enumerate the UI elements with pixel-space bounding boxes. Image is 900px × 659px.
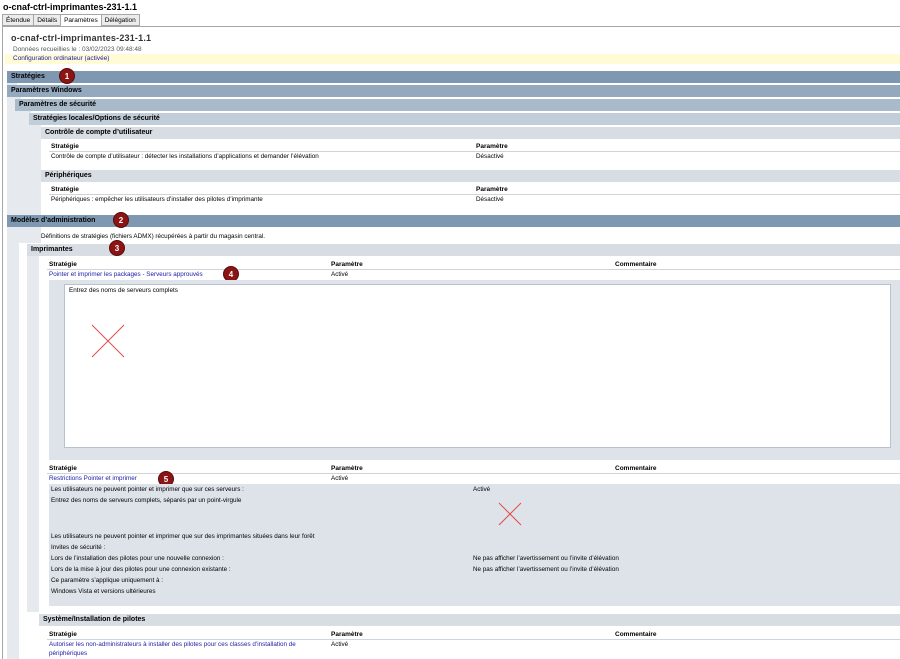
section-peripherals[interactable]: Périphériques — [41, 170, 900, 182]
periph-row-name: Périphériques : empêcher les utilisateur… — [51, 196, 263, 203]
indent-rail-admin — [7, 227, 19, 659]
tab-delegation[interactable]: Délégation — [100, 14, 140, 26]
report-title: o-cnaf-ctrl-imprimantes-231-1.1 — [11, 33, 152, 43]
collected-date: Données recueillies le : 03/02/2023 09:4… — [13, 46, 142, 53]
detail-label: Entrez des noms de serveurs complets, sé… — [51, 497, 242, 504]
callout-badge-3: 3 — [109, 240, 125, 256]
uac-col-setting: Paramètre — [476, 143, 508, 150]
policy-restrictions-value: Activé — [331, 475, 349, 482]
detail-value: Ne pas afficher l’avertissement ou l’inv… — [473, 555, 619, 562]
uac-row-value: Désactivé — [476, 153, 504, 160]
section-uac[interactable]: Contrôle de compte d’utilisateur — [41, 127, 900, 139]
policy-link-point-print-restrictions[interactable]: Restrictions Pointer et imprimer — [49, 475, 137, 482]
policy-link-approved-servers[interactable]: Pointer et imprimer les packages - Serve… — [49, 271, 203, 278]
restrictions-col-strategy: Stratégie — [49, 465, 77, 472]
restrictions-detail-panel: Les utilisateurs ne peuvent pointer et i… — [49, 484, 900, 606]
server-names-box: Entrez des noms de serveurs complets — [64, 284, 891, 448]
policy-link-driver-classes[interactable]: Autoriser les non-administrateurs à inst… — [49, 641, 296, 648]
section-local-policies[interactable]: Stratégies locales/Options de sécurité — [29, 113, 900, 125]
printers-col-comment: Commentaire — [615, 261, 657, 268]
section-driver-installation[interactable]: Système/Installation de pilotes — [39, 614, 900, 626]
section-admin-templates[interactable]: Modèles d’administration — [7, 215, 900, 227]
tab-bar: Étendue Détails Paramètres Délégation — [2, 14, 140, 27]
section-windows-settings[interactable]: Paramètres Windows — [7, 85, 900, 97]
detail-label: Windows Vista et versions ultérieures — [51, 588, 156, 595]
tab-scope[interactable]: Étendue — [2, 14, 35, 26]
detail-label: Ce paramètre s’applique uniquement à : — [51, 577, 164, 584]
detail-label: Les utilisateurs ne peuvent pointer et i… — [51, 486, 244, 493]
restrictions-col-setting: Paramètre — [331, 465, 363, 472]
detail-label: Lors de la mise à jour des pilotes pour … — [51, 566, 231, 573]
separator — [49, 194, 900, 195]
detail-value: Activé — [473, 486, 491, 493]
config-bar — [5, 54, 900, 64]
periph-row-value: Désactivé — [476, 196, 504, 203]
policy-driver-value: Activé — [331, 641, 349, 648]
separator — [49, 151, 900, 152]
approved-servers-panel: Entrez des noms de serveurs complets — [49, 280, 900, 460]
detail-label: Les utilisateurs ne peuvent pointer et i… — [51, 533, 315, 540]
callout-badge-1: 1 — [59, 68, 75, 84]
admx-description: Définitions de stratégies (fichiers ADMX… — [41, 233, 265, 240]
driver-col-comment: Commentaire — [615, 631, 657, 638]
driver-col-setting: Paramètre — [331, 631, 363, 638]
periph-col-setting: Paramètre — [476, 186, 508, 193]
separator — [47, 269, 900, 270]
detail-label: Lors de l’installation des pilotes pour … — [51, 555, 224, 562]
missing-image-icon — [497, 501, 523, 529]
report-content: o-cnaf-ctrl-imprimantes-231-1.1 Données … — [5, 31, 900, 659]
uac-row-name: Contrôle de compte d’utilisateur : détec… — [51, 153, 319, 160]
policy-approved-servers-value: Activé — [331, 271, 349, 278]
section-strategies[interactable]: Stratégies — [7, 71, 900, 83]
missing-image-icon — [90, 323, 126, 361]
separator — [47, 639, 900, 640]
report-frame: o-cnaf-ctrl-imprimantes-231-1.1 Données … — [2, 26, 900, 659]
indent-rail-printers — [27, 256, 39, 612]
restrictions-col-comment: Commentaire — [615, 465, 657, 472]
section-security-settings[interactable]: Paramètres de sécurité — [15, 99, 900, 111]
periph-col-strategy: Stratégie — [51, 186, 79, 193]
printers-col-setting: Paramètre — [331, 261, 363, 268]
computer-config-link[interactable]: Configuration ordinateur (activée) — [13, 55, 109, 62]
tab-details[interactable]: Détails — [33, 14, 62, 26]
window-title: o-cnaf-ctrl-imprimantes-231-1.1 — [3, 2, 138, 12]
policy-link-driver-classes-cont[interactable]: périphériques — [49, 650, 87, 657]
uac-col-strategy: Stratégie — [51, 143, 79, 150]
detail-label: Invites de sécurité : — [51, 544, 106, 551]
separator — [47, 473, 900, 474]
server-names-label: Entrez des noms de serveurs complets — [69, 287, 178, 294]
callout-badge-2: 2 — [113, 212, 129, 228]
detail-value: Ne pas afficher l’avertissement ou l’inv… — [473, 566, 619, 573]
section-printers[interactable]: Imprimantes — [27, 244, 900, 256]
printers-col-strategy: Stratégie — [49, 261, 77, 268]
driver-col-strategy: Stratégie — [49, 631, 77, 638]
